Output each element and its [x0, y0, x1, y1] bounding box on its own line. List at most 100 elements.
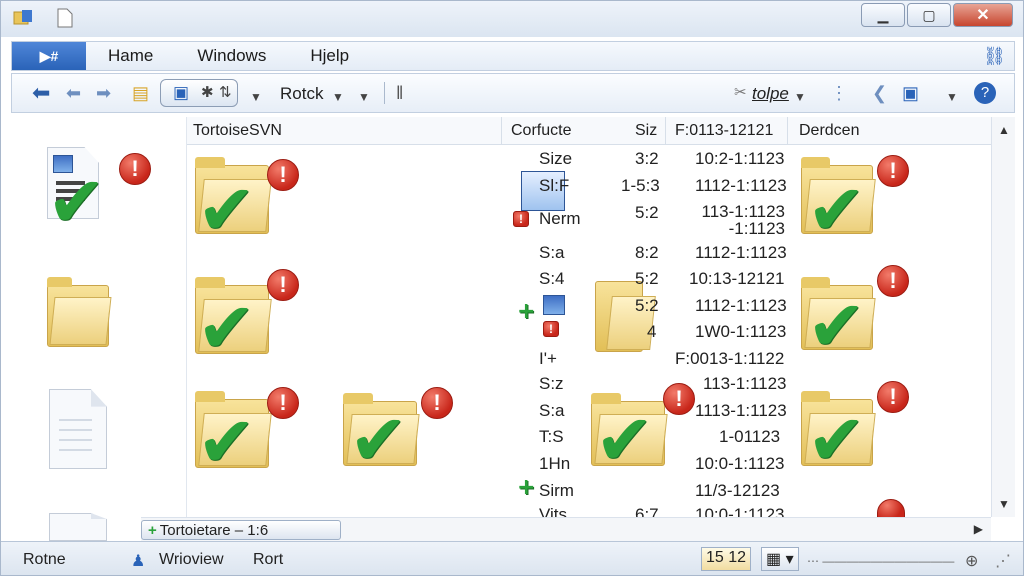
- checkmark-icon: ✔: [595, 399, 654, 481]
- chevron-down-icon[interactable]: ▼: [332, 86, 344, 108]
- header-detail[interactable]: Derdcen: [799, 122, 859, 140]
- alert-icon: !: [877, 155, 909, 187]
- view-mode-dropdown[interactable]: ▦ ▾: [761, 547, 799, 571]
- forward-arrow-icon[interactable]: ➡: [96, 82, 111, 104]
- file-icon[interactable]: [543, 295, 565, 315]
- view-toggle-group[interactable]: ▣ ✱ ⇅: [160, 79, 238, 107]
- scrollbar-thumb[interactable]: + Tortoietare – 1:6: [141, 520, 341, 540]
- list-item-name[interactable]: Vits: [539, 505, 567, 517]
- scroll-right-icon[interactable]: ▶: [974, 522, 983, 536]
- alert-icon: !: [513, 211, 529, 227]
- scroll-thumb-label: Tortoietare – 1:6: [159, 521, 269, 539]
- header-date[interactable]: F:0113-12121: [675, 122, 773, 140]
- list-item-date: 113-1:1123: [703, 374, 787, 393]
- list-item-name[interactable]: S:4: [539, 269, 565, 289]
- menu-item-windows[interactable]: Windows: [175, 46, 288, 66]
- tolpe-dropdown[interactable]: tolpe: [752, 84, 789, 104]
- document-icon[interactable]: [49, 513, 107, 541]
- menu-item-help[interactable]: Hjelp: [288, 46, 371, 66]
- list-item-size: 5:2: [635, 269, 659, 288]
- chevron-down-icon[interactable]: ▼: [946, 86, 958, 108]
- pause-icon[interactable]: ‖: [396, 82, 403, 104]
- menu-item-home[interactable]: Hame: [86, 46, 175, 66]
- scroll-up-icon[interactable]: ▲: [998, 123, 1010, 137]
- vertical-scrollbar[interactable]: ▲ ▼: [991, 117, 1015, 517]
- alert-icon: !: [119, 153, 151, 185]
- zoom-icon[interactable]: ⊕: [965, 551, 978, 571]
- status-view[interactable]: Wrioview: [159, 551, 224, 569]
- checkmark-icon: ✔: [807, 169, 866, 251]
- document-icon: [57, 8, 79, 28]
- rotck-dropdown[interactable]: Rotck: [280, 84, 323, 104]
- list-item-name[interactable]: Sirm: [539, 481, 574, 501]
- scissors-icon[interactable]: ✂: [734, 82, 747, 104]
- plus-icon[interactable]: +: [517, 475, 535, 500]
- header-size[interactable]: Siz: [635, 122, 657, 140]
- link-icon[interactable]: ⋮: [830, 82, 848, 104]
- app-menu-button[interactable]: ▶#: [12, 42, 86, 70]
- list-item-name[interactable]: S:a: [539, 401, 565, 421]
- plus-icon: +: [148, 521, 157, 539]
- list-item-size: 5:2: [635, 203, 659, 222]
- close-button[interactable]: ✕: [953, 3, 1013, 27]
- chevron-down-icon[interactable]: ▼: [250, 86, 262, 108]
- list-item-date: 10:2-1:1123: [695, 149, 785, 168]
- header-name[interactable]: Corfucte: [511, 122, 571, 140]
- list-item-date: 1113-1:1123: [695, 401, 787, 420]
- chevron-left-icon[interactable]: ❮: [872, 82, 887, 104]
- back-arrow-icon[interactable]: ⬅: [32, 82, 50, 104]
- list-item-name[interactable]: Size: [539, 149, 572, 169]
- list-item-name[interactable]: Nerm: [539, 209, 581, 229]
- list-item-date: 1W0-1:1123: [695, 322, 787, 341]
- minimize-button[interactable]: ▁: [861, 3, 905, 27]
- list-item-size: 4: [647, 322, 657, 341]
- list-item-name[interactable]: S:a: [539, 243, 565, 263]
- pin-icon: ✱: [201, 84, 214, 101]
- horizontal-scrollbar[interactable]: + Tortoietare – 1:6 ▶: [141, 517, 991, 541]
- alert-icon: !: [421, 387, 453, 419]
- column-headers: TortoiseSVN Corfucte Siz F:0113-12121 De…: [187, 117, 991, 145]
- list-item-date: F:0013-1:1122: [675, 349, 785, 368]
- menu-bar: ▶# Hame Windows Hjelp ⛓: [11, 41, 1015, 71]
- plus-icon[interactable]: +: [517, 299, 535, 324]
- app-folder-icon: [13, 8, 35, 28]
- checkmark-icon: ✔: [197, 401, 256, 483]
- folder-icon[interactable]: [47, 277, 112, 349]
- list-item-size: 3:2: [635, 149, 659, 168]
- list-item-date: 1112-1:1123: [695, 296, 787, 315]
- list-item-name[interactable]: S:z: [539, 374, 564, 394]
- back-arrow-icon[interactable]: ⬅: [66, 82, 81, 104]
- list-item-date: 10:0-1:1123: [695, 505, 785, 517]
- list-item-date: 10:13-12121: [689, 269, 785, 288]
- help-icon[interactable]: ?: [974, 82, 996, 104]
- save-icon[interactable]: ▣: [902, 82, 919, 104]
- chevron-down-icon[interactable]: ▼: [358, 86, 370, 108]
- checkmark-icon: ✔: [47, 161, 106, 243]
- list-item-name[interactable]: 1Hn: [539, 454, 570, 474]
- network-icon[interactable]: ⛓: [983, 46, 1006, 67]
- monitor-icon: ▣: [173, 83, 190, 102]
- list-item-name[interactable]: I'+: [539, 349, 557, 369]
- alert-icon: !: [267, 269, 299, 301]
- list-item-date: 11/3-12123: [695, 481, 780, 500]
- resize-grip-icon[interactable]: ⋰: [995, 551, 1011, 571]
- list-item-name[interactable]: T:S: [539, 427, 564, 447]
- maximize-button[interactable]: ▢: [907, 3, 951, 27]
- chevron-down-icon[interactable]: ▼: [794, 86, 806, 108]
- checkmark-icon: ✔: [807, 399, 866, 481]
- alert-icon: !: [543, 321, 559, 337]
- status-bar: Rotne ♟ Wrioview Rort 15 12 ▦ ▾ ⋯ ——————…: [1, 541, 1023, 575]
- alert-icon: !: [663, 383, 695, 415]
- status-sort[interactable]: Rort: [253, 551, 283, 569]
- header-tortoisesvn[interactable]: TortoiseSVN: [193, 122, 282, 140]
- folder-icon[interactable]: ▤: [132, 82, 149, 104]
- title-bar: ▁ ▢ ✕: [1, 1, 1023, 37]
- alert-icon: [877, 499, 905, 519]
- alert-icon: !: [877, 265, 909, 297]
- list-item-name[interactable]: Sl:F: [539, 176, 569, 196]
- list-item-size: 6:7: [635, 505, 659, 517]
- zoom-slider[interactable]: ⋯ ———————————: [807, 554, 954, 568]
- list-item-date: 113-1:1123 -1:1123: [701, 202, 786, 238]
- scroll-down-icon[interactable]: ▼: [998, 497, 1010, 511]
- document-icon[interactable]: [49, 389, 107, 469]
